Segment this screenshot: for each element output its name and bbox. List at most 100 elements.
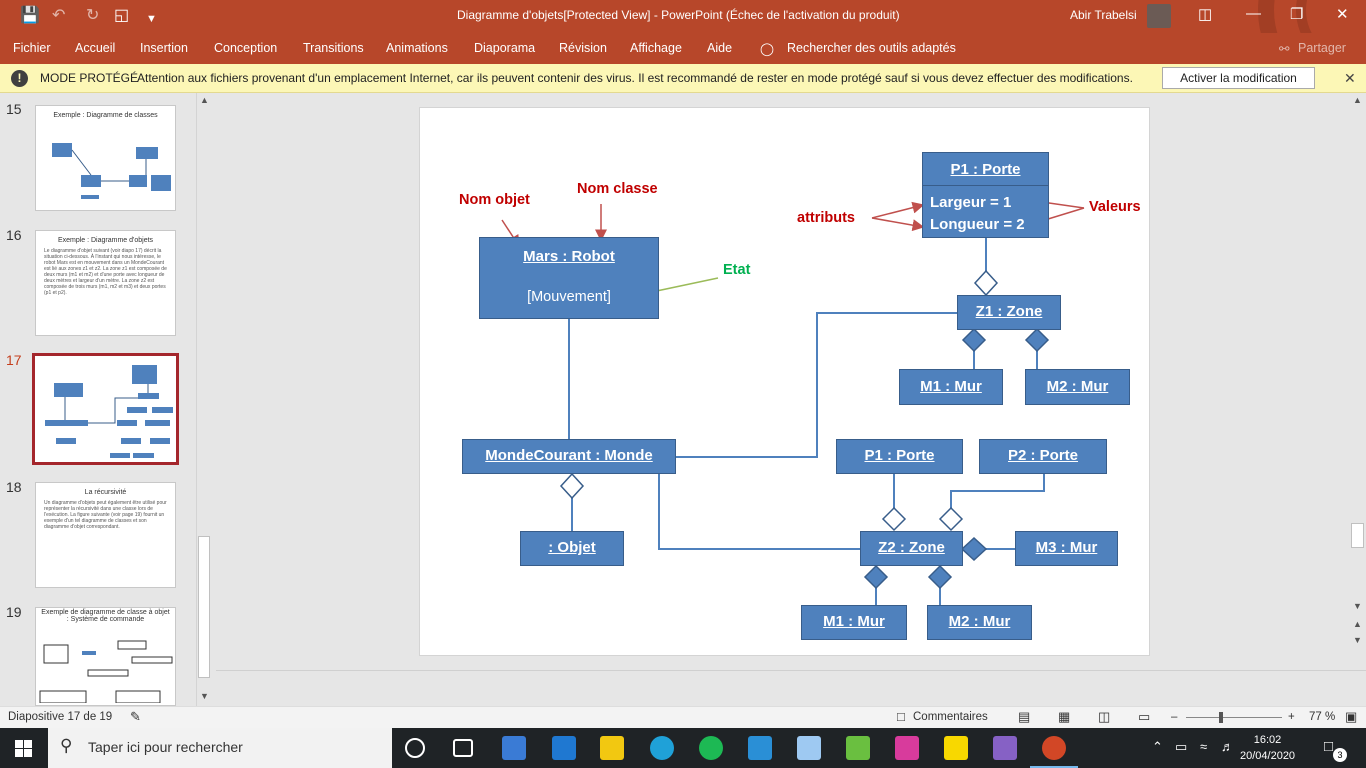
volume-icon[interactable]: ♬ [1221,739,1234,754]
object-z1-m1-mur[interactable]: M1 : Mur [899,369,1003,405]
visual-studio-icon[interactable] [993,736,1017,760]
action-center-icon[interactable]: □ [1324,738,1333,755]
tab-aide[interactable]: Aide [707,41,732,55]
tab-diaporama[interactable]: Diaporama [474,41,535,55]
fit-slide-icon[interactable]: ▣ [1345,709,1357,725]
object-z1-m2-mur[interactable]: M2 : Mur [1025,369,1130,405]
aggregation-diamond [881,506,907,532]
slide-number: 17 [6,352,22,368]
store-icon[interactable] [502,736,526,760]
user-name[interactable]: Abir Trabelsi [1070,8,1137,22]
share-icon[interactable]: ⚯ [1279,41,1289,56]
share-button[interactable]: Partager [1298,41,1346,55]
tab-affichage[interactable]: Affichage [630,41,682,55]
present-icon[interactable]: ◱ [114,6,129,26]
slide-thumbnail-19[interactable]: Exemple de diagramme de classe à objet :… [35,607,176,706]
scroll-down-icon[interactable]: ▼ [200,691,209,701]
object-z2-zone[interactable]: Z2 : Zone [860,531,963,566]
vscode-icon[interactable] [748,736,772,760]
slide-17[interactable]: Mars : Robot [Mouvement] MondeCourant : … [419,107,1150,656]
tab-transitions[interactable]: Transitions [303,41,364,55]
slideshow-icon[interactable]: ▭ [1138,709,1150,725]
thumbnail-body: Un diagramme d'objets peut également êtr… [44,500,167,530]
mail-icon[interactable] [552,736,576,760]
scroll-up-icon[interactable]: ▲ [1353,95,1362,105]
slide-sorter-icon[interactable]: ▦ [1058,709,1070,725]
slide-thumbnail-15[interactable]: Exemple : Diagramme de classes [35,105,176,211]
zoom-slider-thumb[interactable] [1219,712,1223,723]
comments-button[interactable]: Commentaires [913,711,988,723]
sticky-notes-icon[interactable] [944,736,968,760]
minimize-icon[interactable]: — [1246,5,1261,22]
notes-area[interactable] [216,670,1366,706]
object-objet[interactable]: : Objet [520,531,624,566]
file-explorer-icon[interactable] [600,736,624,760]
edge-icon[interactable] [650,736,674,760]
tab-conception[interactable]: Conception [214,41,277,55]
avatar[interactable] [1147,4,1171,28]
media-player-icon[interactable] [846,736,870,760]
tab-animations[interactable]: Animations [386,41,448,55]
task-view-icon[interactable] [453,739,473,757]
slide-thumbnail-16[interactable]: Exemple : Diagramme d'objets Le diagramm… [35,230,176,336]
object-p1-porte[interactable]: P1 : Porte [836,439,963,474]
scrollbar-thumb[interactable] [1351,523,1364,548]
object-name: M1 : Mur [920,378,982,395]
thumbnail-scrollbar[interactable]: ▲ ▼ [196,93,212,706]
chevron-up-icon[interactable]: ⌃ [1152,739,1163,755]
slide-thumbnail-17[interactable] [32,353,179,465]
slide-counter: Diapositive 17 de 19 [8,711,113,723]
object-z2-m1-mur[interactable]: M1 : Mur [801,605,907,640]
cortana-icon[interactable] [405,738,425,758]
taskbar-search[interactable]: ⚲ Taper ici pour rechercher [48,728,392,768]
save-icon[interactable]: 💾 [20,6,40,26]
scrollbar-thumb[interactable] [198,536,210,678]
object-name: MondeCourant : Monde [485,447,653,464]
battery-icon[interactable]: ▭ [1175,739,1187,755]
previous-slide-icon[interactable]: ▲ [1353,619,1362,629]
close-icon[interactable]: ✕ [1344,70,1356,87]
close-icon[interactable]: ✕ [1336,5,1349,23]
3d-viewer-icon[interactable] [797,736,821,760]
zoom-level[interactable]: 77 % [1309,711,1335,723]
restore-icon[interactable]: ❐ [1290,5,1303,23]
object-name: M2 : Mur [948,613,1011,630]
tab-accueil[interactable]: Accueil [75,41,115,55]
object-z2-m2-mur[interactable]: M2 : Mur [927,605,1032,640]
ribbon-display-icon[interactable]: ◫ [1198,5,1212,23]
clock[interactable]: 16:02 20/04/2020 [1240,732,1295,764]
next-slide-icon[interactable]: ▼ [1353,635,1362,645]
star-app-icon[interactable] [895,736,919,760]
object-mars-robot[interactable]: Mars : Robot [Mouvement] [479,237,659,319]
tab-insertion[interactable]: Insertion [140,41,188,55]
tab-fichier[interactable]: Fichier [13,41,51,55]
customize-qat-icon[interactable]: ▼ [146,9,157,29]
composition-diamond [961,327,987,353]
tab-revision[interactable]: Révision [559,41,607,55]
slide-thumbnail-18[interactable]: La récursivité Un diagramme d'objets peu… [35,482,176,588]
zoom-out-icon[interactable]: – [1171,711,1177,723]
scroll-up-icon[interactable]: ▲ [200,95,209,105]
enable-editing-button[interactable]: Activer la modification [1162,67,1315,89]
redo-icon[interactable]: ↻ [86,6,99,26]
zoom-slider[interactable] [1186,717,1282,718]
powerpoint-icon[interactable] [1042,736,1066,760]
object-p2-porte[interactable]: P2 : Porte [979,439,1107,474]
undo-icon[interactable]: ↶ [52,6,65,26]
canvas-scrollbar[interactable]: ▲ ▼ ▲ ▼ [1350,93,1366,670]
object-m3-mur[interactable]: M3 : Mur [1015,531,1118,566]
spotify-icon[interactable] [699,736,723,760]
wifi-icon[interactable]: ≈ [1200,739,1207,754]
normal-view-icon[interactable]: ▤ [1018,709,1030,725]
scroll-down-icon[interactable]: ▼ [1353,601,1362,611]
zoom-in-icon[interactable]: + [1288,711,1295,723]
reading-view-icon[interactable]: ◫ [1098,709,1110,725]
object-z1-zone[interactable]: Z1 : Zone [957,295,1061,330]
comments-icon[interactable]: □ [897,709,905,724]
object-monde-courant[interactable]: MondeCourant : Monde [462,439,676,474]
search-icon: ⚲ [60,736,73,755]
tell-me-search[interactable]: Rechercher des outils adaptés [787,41,956,55]
accessibility-icon[interactable]: ✎ [130,709,141,725]
windows-start-icon[interactable] [15,740,32,757]
object-p1-porte-top[interactable]: P1 : Porte Largeur = 1 Longueur = 2 [922,152,1049,238]
